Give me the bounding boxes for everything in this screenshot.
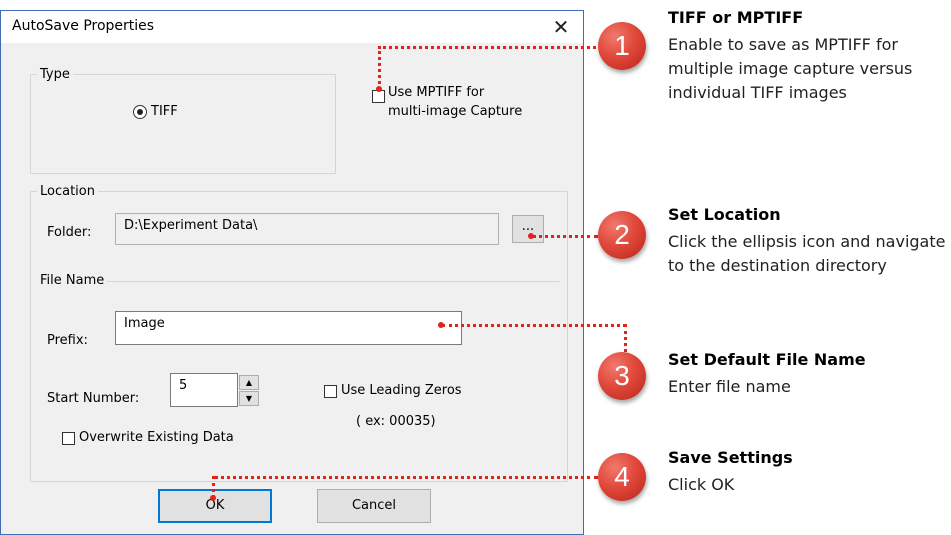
callout-3-line-vertical <box>624 324 627 352</box>
overwrite-checkbox[interactable] <box>62 432 75 445</box>
callout-4-line-horizontal <box>214 476 598 479</box>
callout-4-badge: 4 <box>598 453 646 501</box>
folder-label: Folder: <box>47 225 92 240</box>
spin-up-button[interactable]: ▲ <box>239 375 259 390</box>
dialog-title: AutoSave Properties <box>12 18 155 34</box>
tiff-label: TIFF <box>151 104 178 119</box>
prefix-input[interactable]: Image <box>115 311 462 345</box>
location-legend: Location <box>37 184 98 199</box>
callout-3-line-horizontal <box>442 324 626 327</box>
callout-3-body: Enter file name <box>668 377 791 396</box>
leading-zeros-label: Use Leading Zeros <box>341 383 462 398</box>
autosave-dialog: AutoSave Properties ✕ Type TIFF Use MPTI… <box>0 10 584 535</box>
close-icon[interactable]: ✕ <box>543 13 579 41</box>
callout-2-title: Set Location <box>668 205 781 224</box>
mptiff-label-line2: multi-image Capture <box>388 104 523 119</box>
browse-button[interactable]: ... <box>512 215 544 243</box>
callout-1-badge: 1 <box>598 22 646 70</box>
callout-3-badge: 3 <box>598 352 646 400</box>
callout-4-body: Click OK <box>668 475 735 494</box>
cancel-button[interactable]: Cancel <box>317 489 431 523</box>
type-group <box>30 74 336 174</box>
callout-2-body: Click the ellipsis icon and navigate to … <box>668 232 946 275</box>
mptiff-label-line1: Use MPTIFF for <box>388 85 485 100</box>
overwrite-label: Overwrite Existing Data <box>79 430 234 445</box>
callout-4-title: Save Settings <box>668 448 793 467</box>
callout-3-title: Set Default File Name <box>668 350 866 369</box>
type-legend: Type <box>37 67 73 82</box>
callout-2-anchor <box>528 233 534 239</box>
callout-2-badge: 2 <box>598 211 646 259</box>
callout-1-line-vertical <box>378 46 381 90</box>
start-number-label: Start Number: <box>47 391 140 406</box>
leading-zeros-checkbox[interactable] <box>324 385 337 398</box>
folder-field[interactable]: D:\Experiment Data\ <box>115 213 499 245</box>
callout-1-title: TIFF or MPTIFF <box>668 8 804 27</box>
filename-group <box>38 281 560 282</box>
ok-button[interactable]: OK <box>158 489 272 523</box>
callout-3-anchor <box>438 322 444 328</box>
callout-2-line <box>532 235 598 238</box>
callout-1-anchor <box>376 86 382 92</box>
callout-4-anchor <box>210 495 216 501</box>
leading-zeros-example: ( ex: 00035) <box>356 414 436 429</box>
title-bar: AutoSave Properties ✕ <box>1 11 583 43</box>
filename-legend: File Name <box>37 273 108 288</box>
callout-1-line-horizontal <box>378 46 596 49</box>
callout-1-body: Enable to save as MPTIFF for multiple im… <box>668 35 913 102</box>
prefix-label: Prefix: <box>47 333 88 348</box>
start-number-input[interactable]: 5 <box>170 373 238 407</box>
spin-down-button[interactable]: ▼ <box>239 391 259 406</box>
tiff-radio[interactable] <box>133 105 147 119</box>
